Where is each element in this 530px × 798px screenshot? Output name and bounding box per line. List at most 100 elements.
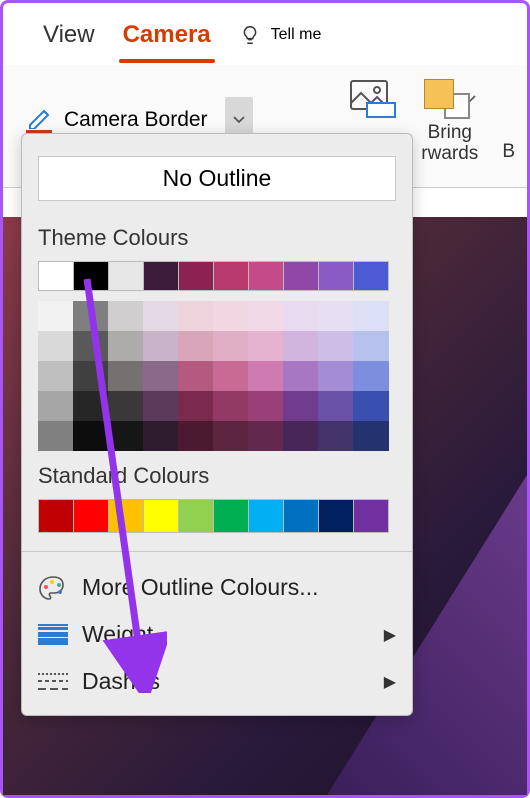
- theme-colour-swatch[interactable]: [318, 261, 354, 291]
- theme-shade-swatch[interactable]: [178, 331, 214, 361]
- theme-shade-swatch[interactable]: [213, 331, 249, 361]
- theme-shade-swatch[interactable]: [143, 301, 179, 331]
- theme-shade-swatch[interactable]: [283, 391, 319, 421]
- tab-camera[interactable]: Camera: [123, 21, 211, 49]
- divider: [22, 551, 412, 552]
- theme-colour-swatch[interactable]: [213, 261, 249, 291]
- theme-shade-swatch[interactable]: [213, 421, 249, 451]
- standard-colour-swatch[interactable]: [318, 499, 354, 533]
- theme-shade-swatch[interactable]: [318, 361, 354, 391]
- tell-me[interactable]: Tell me: [239, 24, 322, 46]
- tab-view[interactable]: View: [43, 21, 95, 49]
- weight-label: Weight: [82, 621, 153, 648]
- chevron-down-icon: [233, 116, 245, 124]
- theme-colour-swatch[interactable]: [73, 261, 109, 291]
- theme-shade-swatch[interactable]: [73, 391, 109, 421]
- picture-format-button[interactable]: [349, 79, 397, 119]
- standard-colour-swatch[interactable]: [248, 499, 284, 533]
- theme-shade-swatch[interactable]: [353, 421, 389, 451]
- theme-shade-swatch[interactable]: [73, 301, 109, 331]
- theme-shade-swatch[interactable]: [283, 361, 319, 391]
- submenu-arrow-icon: ▶: [384, 672, 396, 692]
- theme-shade-swatch[interactable]: [38, 301, 74, 331]
- standard-colour-swatch[interactable]: [353, 499, 389, 533]
- standard-colour-swatch[interactable]: [73, 499, 109, 533]
- theme-shade-swatch[interactable]: [213, 361, 249, 391]
- theme-shade-swatch[interactable]: [143, 391, 179, 421]
- theme-colour-swatch[interactable]: [143, 261, 179, 291]
- weight-item[interactable]: Weight ▶: [22, 611, 412, 658]
- theme-shade-grid: [22, 291, 412, 455]
- theme-colour-swatch[interactable]: [108, 261, 144, 291]
- theme-shade-swatch[interactable]: [283, 331, 319, 361]
- theme-shade-swatch[interactable]: [108, 361, 144, 391]
- theme-shade-swatch[interactable]: [318, 331, 354, 361]
- theme-colours-label: Theme Colours: [22, 217, 412, 261]
- theme-shade-swatch[interactable]: [353, 331, 389, 361]
- standard-colours-label: Standard Colours: [22, 455, 412, 499]
- partial-label: B: [502, 142, 515, 163]
- theme-shade-swatch[interactable]: [353, 301, 389, 331]
- theme-colour-swatch[interactable]: [283, 261, 319, 291]
- standard-colour-swatch[interactable]: [108, 499, 144, 533]
- theme-shade-swatch[interactable]: [38, 391, 74, 421]
- theme-shade-swatch[interactable]: [178, 391, 214, 421]
- theme-colour-swatch[interactable]: [38, 261, 74, 291]
- theme-shade-swatch[interactable]: [143, 421, 179, 451]
- standard-colour-swatch[interactable]: [283, 499, 319, 533]
- theme-colour-swatch[interactable]: [248, 261, 284, 291]
- theme-shade-swatch[interactable]: [108, 421, 144, 451]
- theme-colour-row: [22, 261, 412, 291]
- theme-shade-swatch[interactable]: [108, 391, 144, 421]
- dashes-label: Dashes: [82, 668, 160, 695]
- theme-shade-swatch[interactable]: [73, 361, 109, 391]
- theme-shade-swatch[interactable]: [283, 421, 319, 451]
- standard-colour-swatch[interactable]: [213, 499, 249, 533]
- theme-shade-swatch[interactable]: [38, 361, 74, 391]
- standard-colour-row: [22, 499, 412, 539]
- theme-colour-swatch[interactable]: [353, 261, 389, 291]
- theme-shade-swatch[interactable]: [178, 361, 214, 391]
- theme-shade-swatch[interactable]: [353, 361, 389, 391]
- no-outline-option[interactable]: No Outline: [38, 156, 396, 201]
- more-colours-label: More Outline Colours...: [82, 574, 318, 601]
- theme-shade-swatch[interactable]: [318, 301, 354, 331]
- bring-forward-icon[interactable]: [424, 79, 470, 119]
- weight-icon: [38, 624, 68, 646]
- theme-shade-swatch[interactable]: [73, 331, 109, 361]
- theme-shade-swatch[interactable]: [38, 331, 74, 361]
- theme-shade-swatch[interactable]: [248, 421, 284, 451]
- theme-shade-swatch[interactable]: [178, 421, 214, 451]
- theme-shade-swatch[interactable]: [178, 301, 214, 331]
- standard-colour-swatch[interactable]: [38, 499, 74, 533]
- theme-shade-swatch[interactable]: [213, 391, 249, 421]
- dashes-item[interactable]: Dashes ▶: [22, 658, 412, 705]
- lightbulb-icon: [239, 24, 261, 46]
- theme-shade-swatch[interactable]: [108, 301, 144, 331]
- theme-shade-swatch[interactable]: [353, 391, 389, 421]
- theme-shade-swatch[interactable]: [283, 301, 319, 331]
- theme-shade-swatch[interactable]: [143, 361, 179, 391]
- theme-shade-swatch[interactable]: [318, 421, 354, 451]
- theme-shade-swatch[interactable]: [248, 391, 284, 421]
- picture-icon: [349, 79, 397, 119]
- theme-shade-swatch[interactable]: [73, 421, 109, 451]
- theme-shade-swatch[interactable]: [248, 361, 284, 391]
- theme-shade-swatch[interactable]: [143, 331, 179, 361]
- more-outline-colours-item[interactable]: More Outline Colours...: [22, 564, 412, 611]
- theme-colour-swatch[interactable]: [178, 261, 214, 291]
- tell-me-label: Tell me: [271, 26, 322, 44]
- standard-colour-swatch[interactable]: [178, 499, 214, 533]
- dashes-icon: [38, 671, 68, 693]
- theme-shade-swatch[interactable]: [248, 301, 284, 331]
- theme-shade-swatch[interactable]: [108, 331, 144, 361]
- theme-shade-swatch[interactable]: [38, 421, 74, 451]
- standard-colour-swatch[interactable]: [143, 499, 179, 533]
- border-dropdown-panel: No Outline Theme Colours Standard Colour…: [21, 133, 413, 716]
- bring-forward-label: Bringrwards: [421, 123, 478, 165]
- theme-shade-swatch[interactable]: [213, 301, 249, 331]
- palette-icon: [38, 575, 68, 601]
- submenu-arrow-icon: ▶: [384, 625, 396, 645]
- theme-shade-swatch[interactable]: [318, 391, 354, 421]
- theme-shade-swatch[interactable]: [248, 331, 284, 361]
